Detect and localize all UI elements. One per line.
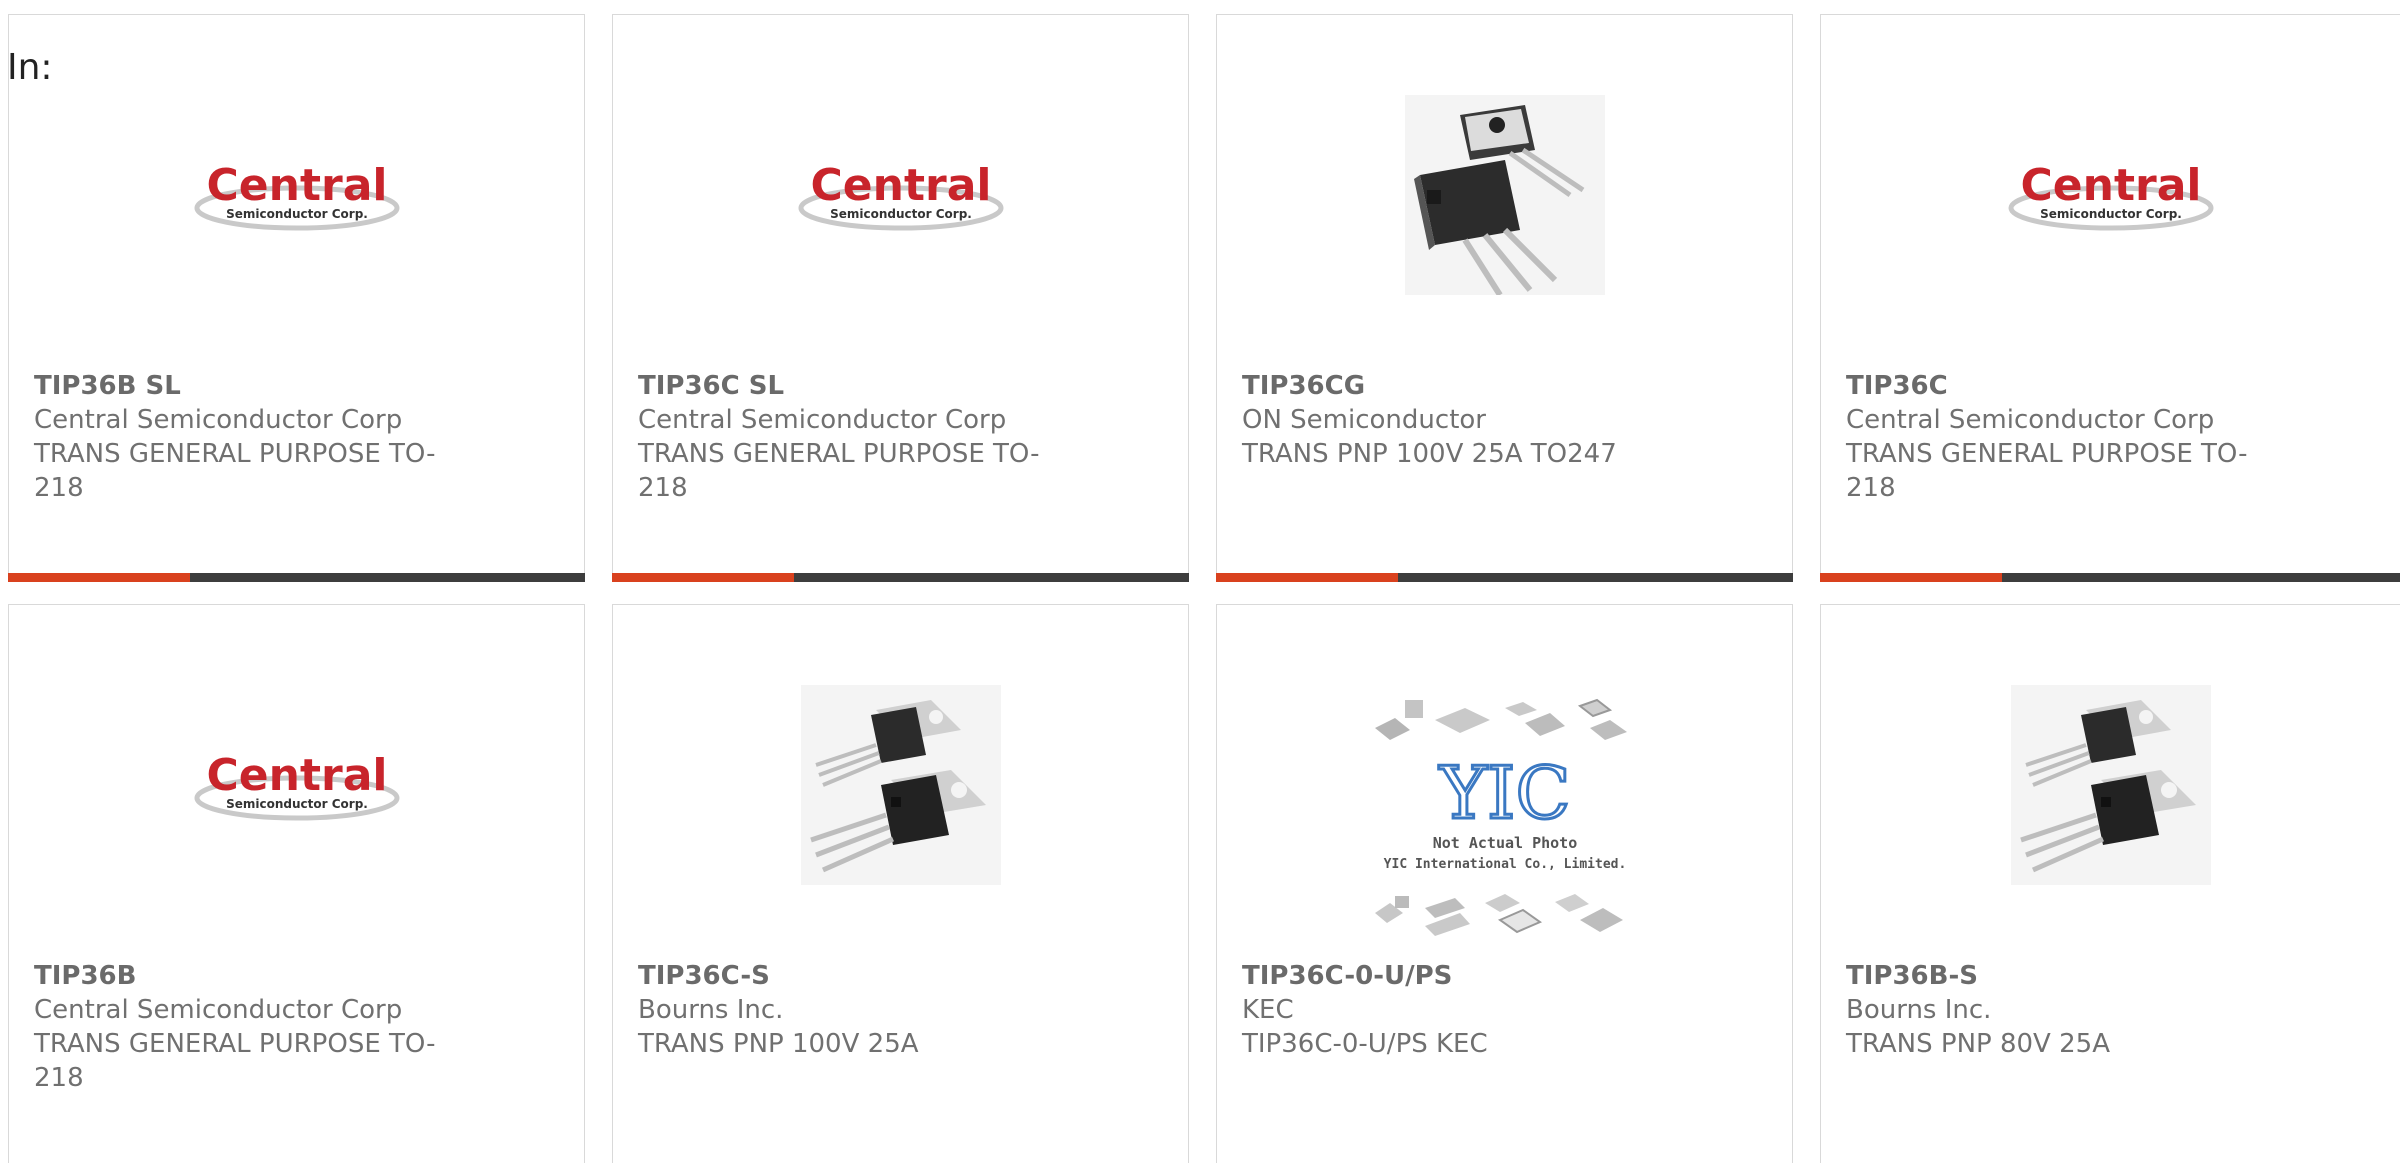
description-cont: 218 <box>1846 473 1896 503</box>
part-number[interactable]: TIP36B <box>34 959 454 993</box>
part-number[interactable]: TIP36C <box>1846 369 2266 403</box>
description-cont: 218 <box>638 473 688 503</box>
yic-placeholder-image: YIC Not Actual Photo YIC International C… <box>1365 693 1645 943</box>
product-card[interactable]: TIP36C-S Bourns Inc. TRANS PNP 100V 25A <box>612 604 1189 1163</box>
product-card[interactable]: Central Semiconductor Corp. TIP36C Centr… <box>1820 14 2400 582</box>
manufacturer: Central Semiconductor Corp <box>638 405 1007 435</box>
card-bar <box>8 573 585 582</box>
card-bar-accent <box>1820 573 2002 582</box>
svg-text:Central: Central <box>2021 160 2202 211</box>
manufacturer: Bourns Inc. <box>638 995 784 1025</box>
card-bar <box>612 573 1189 582</box>
svg-text:Semiconductor Corp.: Semiconductor Corp. <box>226 207 368 221</box>
manufacturer: KEC <box>1242 995 1294 1025</box>
product-card[interactable]: YIC Not Actual Photo YIC International C… <box>1216 604 1793 1163</box>
description: TRANS PNP 100V 25A <box>638 1029 919 1059</box>
manufacturer: Central Semiconductor Corp <box>34 995 403 1025</box>
central-logo-image: Central Semiconductor Corp. <box>177 75 417 315</box>
description: TRANS GENERAL PURPOSE TO- <box>1846 439 2248 469</box>
description-cont: 218 <box>34 1063 84 1093</box>
part-number[interactable]: TIP36C-S <box>638 959 1058 993</box>
product-grid-page: In: Central Semiconductor Corp. TIP36B S… <box>0 0 2400 1163</box>
part-number[interactable]: TIP36C-0-U/PS <box>1242 959 1662 993</box>
description: TRANS GENERAL PURPOSE TO- <box>638 439 1040 469</box>
manufacturer: Central Semiconductor Corp <box>34 405 403 435</box>
description: TIP36C-0-U/PS KEC <box>1242 1029 1488 1059</box>
svg-text:Central: Central <box>206 160 387 211</box>
central-logo-image: Central Semiconductor Corp. <box>1991 75 2231 315</box>
svg-text:Central: Central <box>206 750 387 801</box>
svg-text:Not Actual Photo: Not Actual Photo <box>1432 834 1577 852</box>
svg-text:YIC: YIC <box>1438 751 1570 835</box>
manufacturer: Bourns Inc. <box>1846 995 1992 1025</box>
manufacturer: Central Semiconductor Corp <box>1846 405 2215 435</box>
to247-transistor-image <box>1385 75 1625 315</box>
description: TRANS PNP 80V 25A <box>1846 1029 2110 1059</box>
to220-transistor-image <box>781 665 1021 905</box>
central-logo-image: Central Semiconductor Corp. <box>177 665 417 905</box>
product-card[interactable]: TIP36CG ON Semiconductor TRANS PNP 100V … <box>1216 14 1793 582</box>
description: TRANS GENERAL PURPOSE TO- <box>34 1029 436 1059</box>
in-label: In: <box>7 47 53 88</box>
product-card[interactable]: Central Semiconductor Corp. TIP36B SL Ce… <box>8 14 585 582</box>
description: TRANS GENERAL PURPOSE TO- <box>34 439 436 469</box>
description-cont: 218 <box>34 473 84 503</box>
manufacturer: ON Semiconductor <box>1242 405 1486 435</box>
product-card[interactable]: Central Semiconductor Corp. TIP36C SL Ce… <box>612 14 1189 582</box>
svg-text:Central: Central <box>810 160 991 211</box>
card-bar <box>1216 573 1793 582</box>
description: TRANS PNP 100V 25A TO247 <box>1242 439 1617 469</box>
svg-text:Semiconductor Corp.: Semiconductor Corp. <box>226 797 368 811</box>
part-number[interactable]: TIP36B SL <box>34 369 454 403</box>
central-logo-image: Central Semiconductor Corp. <box>781 75 1021 315</box>
product-card[interactable]: Central Semiconductor Corp. TIP36B Centr… <box>8 604 585 1163</box>
product-card[interactable]: TIP36B-S Bourns Inc. TRANS PNP 80V 25A <box>1820 604 2400 1163</box>
to220-transistor-image <box>1991 665 2231 905</box>
svg-text:YIC International Co., Limited: YIC International Co., Limited. <box>1383 857 1626 872</box>
card-bar-accent <box>8 573 190 582</box>
card-bar-accent <box>612 573 794 582</box>
part-number[interactable]: TIP36B-S <box>1846 959 2266 993</box>
card-bar-accent <box>1216 573 1398 582</box>
card-bar <box>1820 573 2400 582</box>
svg-text:Semiconductor Corp.: Semiconductor Corp. <box>2040 207 2182 221</box>
part-number[interactable]: TIP36CG <box>1242 369 1662 403</box>
part-number[interactable]: TIP36C SL <box>638 369 1058 403</box>
svg-text:Semiconductor Corp.: Semiconductor Corp. <box>830 207 972 221</box>
